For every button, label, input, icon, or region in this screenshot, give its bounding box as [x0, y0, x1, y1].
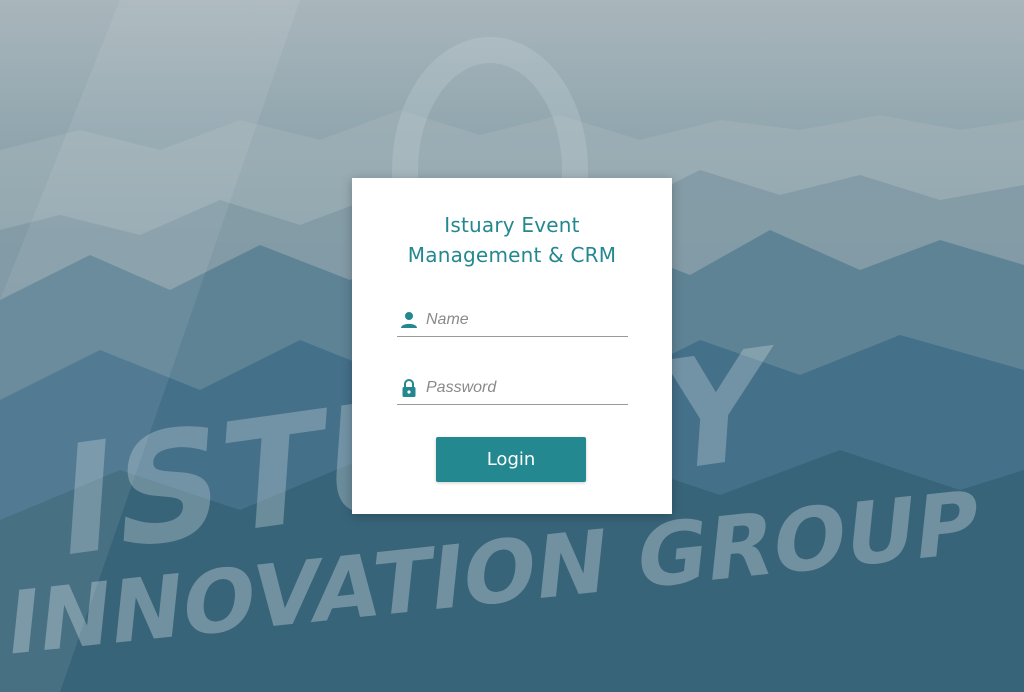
login-title-line2: Management & CRM — [407, 243, 617, 267]
password-input[interactable] — [426, 374, 626, 402]
name-input[interactable] — [426, 306, 626, 334]
person-icon — [399, 310, 419, 330]
login-button[interactable]: Login — [436, 437, 586, 482]
lock-icon — [399, 378, 419, 398]
name-field — [397, 306, 628, 337]
login-title: Istuary Event Management & CRM — [352, 210, 672, 270]
login-card: Istuary Event Management & CRM Login — [352, 178, 672, 514]
login-title-line1: Istuary Event — [444, 213, 580, 237]
password-field — [397, 374, 628, 405]
